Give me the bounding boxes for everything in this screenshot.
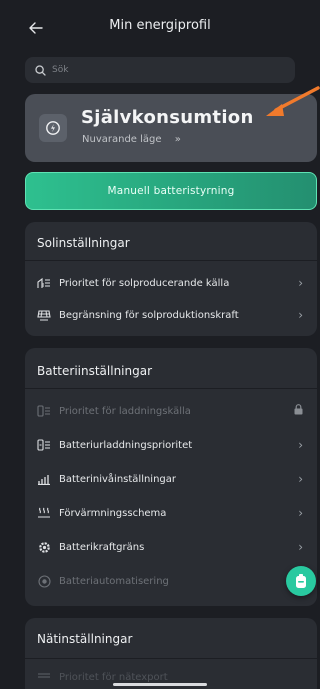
battery-assistant-icon: [296, 574, 306, 588]
screen: Min energiprofil Självkonsumtion Nuvaran…: [0, 0, 320, 689]
annotation-arrow-icon: [266, 86, 320, 116]
lock-icon: [294, 404, 303, 418]
gear-icon: [37, 540, 51, 554]
battery-automation-item[interactable]: Batteriautomatisering: [25, 566, 317, 596]
section-title-solar: Solinställningar: [37, 236, 130, 250]
home-indicator[interactable]: [113, 683, 207, 686]
divider: [25, 658, 317, 659]
charge-source-icon: [37, 404, 51, 418]
discharge-priority-icon: [37, 438, 51, 452]
automation-icon: [37, 574, 51, 588]
mode-subtitle: Nuvarande läge »: [82, 134, 181, 145]
battery-power-limit-item[interactable]: Batterikraftgräns ›: [25, 532, 317, 562]
solar-priority-label: Prioritet för solproducerande källa: [59, 277, 230, 289]
divider: [25, 260, 317, 261]
solar-limit-item[interactable]: Begränsning för solproduktionskraft ›: [25, 300, 317, 330]
mode-title: Självkonsumtion: [81, 107, 254, 128]
chevron-right-icon: ›: [298, 540, 303, 554]
chevron-right-icon: ›: [298, 506, 303, 520]
preheat-schedule-item[interactable]: Förvärmningsschema ›: [25, 498, 317, 528]
battery-level-label: Batterinivåinställningar: [59, 473, 177, 485]
discharge-priority-label: Batteriurladdningsprioritet: [59, 439, 193, 451]
solar-limit-label: Begränsning för solproduktionskraft: [59, 309, 239, 321]
chevron-right-icon: ›: [298, 276, 303, 290]
mode-subtitle-text: Nuvarande läge: [82, 134, 162, 145]
grid-export-icon: [37, 670, 51, 684]
assistant-fab-button[interactable]: [286, 566, 316, 596]
header: Min energiprofil: [0, 0, 320, 56]
manual-battery-control-button[interactable]: Manuell batteristyrning: [25, 172, 317, 210]
search-bar[interactable]: [25, 57, 295, 83]
search-icon: [35, 64, 46, 76]
chevron-right-icon: ›: [298, 308, 303, 322]
solar-panel-limit-icon: [37, 308, 51, 322]
preheat-schedule-label: Förvärmningsschema: [59, 507, 167, 519]
grid-export-priority-label: Prioritet för nätexport: [59, 671, 168, 683]
battery-level-item[interactable]: Batterinivåinställningar ›: [25, 464, 317, 494]
battery-level-icon: [37, 472, 51, 486]
battery-settings-section: Batteriinställningar Prioritet för laddn…: [25, 348, 317, 606]
mode-icon-container: [39, 114, 67, 142]
chevron-right-icon: ›: [298, 438, 303, 452]
divider: [25, 388, 317, 389]
charge-source-priority-label: Prioritet för laddningskälla: [59, 405, 191, 417]
solar-priority-icon: [37, 276, 51, 290]
solar-priority-item[interactable]: Prioritet för solproducerande källa ›: [25, 268, 317, 298]
battery-automation-label: Batteriautomatisering: [59, 575, 169, 587]
charge-source-priority-item[interactable]: Prioritet för laddningskälla: [25, 396, 317, 426]
solar-settings-section: Solinställningar Prioritet för solproduc…: [25, 222, 317, 336]
section-title-grid: Nätinställningar: [37, 632, 133, 646]
preheat-icon: [37, 506, 51, 520]
battery-power-limit-label: Batterikraftgräns: [59, 541, 145, 553]
search-input[interactable]: [52, 65, 272, 75]
double-chevron-icon: »: [174, 134, 181, 145]
page-title: Min energiprofil: [109, 18, 211, 33]
section-title-battery: Batteriinställningar: [37, 364, 153, 378]
chevron-right-icon: ›: [298, 472, 303, 486]
self-consumption-icon: [46, 121, 60, 135]
discharge-priority-item[interactable]: Batteriurladdningsprioritet ›: [25, 430, 317, 460]
grid-settings-section: Nätinställningar Prioritet för nätexport: [25, 618, 317, 689]
